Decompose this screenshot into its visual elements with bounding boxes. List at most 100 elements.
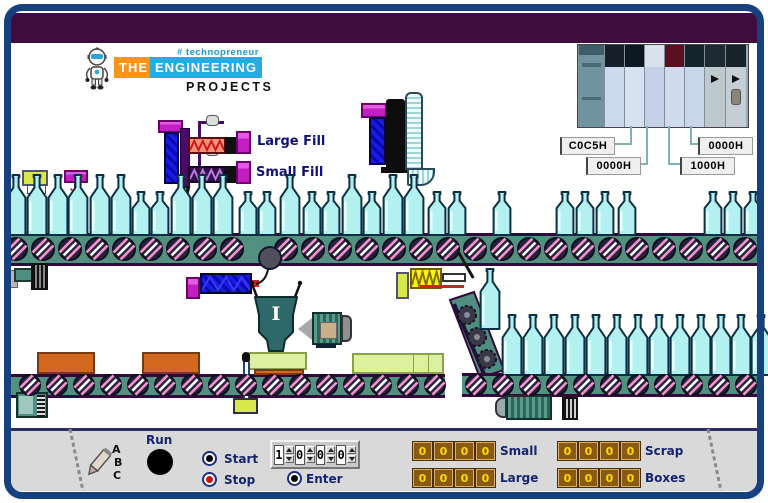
bottle bbox=[67, 174, 89, 236]
preset-decrement-button[interactable] bbox=[306, 455, 315, 463]
bottle bbox=[564, 314, 586, 376]
conveyor-roller bbox=[165, 236, 191, 267]
preset-digit: 0 bbox=[316, 445, 326, 465]
conveyor-roller bbox=[30, 236, 56, 267]
conveyor-roller bbox=[597, 236, 623, 267]
counter-digit: 0 bbox=[621, 442, 640, 460]
conveyor-roller bbox=[126, 373, 150, 402]
counter-digit: 0 bbox=[413, 469, 432, 487]
counter-label-small: Small bbox=[500, 444, 537, 458]
counter-digit: 0 bbox=[434, 442, 453, 460]
conveyor-roller bbox=[57, 236, 83, 267]
bottle bbox=[723, 191, 743, 236]
stop-radio[interactable] bbox=[202, 472, 217, 487]
brand-engineering: ENGINEERING bbox=[150, 57, 262, 78]
conveyor-roller bbox=[543, 236, 569, 267]
preset-decrement-button[interactable] bbox=[326, 455, 335, 463]
conveyor-roller bbox=[705, 236, 731, 267]
bottle bbox=[690, 314, 712, 376]
bottle bbox=[575, 191, 595, 236]
preset-decrement-button[interactable] bbox=[285, 455, 294, 463]
bottle bbox=[427, 191, 447, 236]
bottle bbox=[522, 314, 544, 376]
bottle bbox=[341, 174, 363, 236]
conveyor-roller bbox=[435, 236, 461, 267]
bottle bbox=[403, 174, 425, 236]
bottle bbox=[5, 174, 27, 236]
capper-cap bbox=[361, 103, 387, 118]
bottle bbox=[492, 191, 512, 236]
enter-radio[interactable] bbox=[287, 471, 302, 486]
large-fill-capblock bbox=[236, 131, 251, 154]
large-fill-cylinder bbox=[188, 137, 226, 154]
conveyor-roller bbox=[327, 236, 353, 267]
plc-module bbox=[684, 45, 704, 127]
conveyor-roller bbox=[219, 236, 245, 267]
preset-increment-button[interactable] bbox=[306, 446, 315, 454]
capper-cylinder bbox=[386, 99, 405, 168]
conveyor-roller bbox=[653, 373, 677, 402]
counter-digit: 0 bbox=[579, 469, 598, 487]
counter-digit: 0 bbox=[600, 442, 619, 460]
bottle bbox=[279, 174, 301, 236]
small-fill-capblock bbox=[236, 161, 251, 184]
plc-module bbox=[644, 45, 664, 127]
conveyor-roller bbox=[153, 373, 177, 402]
plc-wire bbox=[612, 143, 632, 145]
bottle bbox=[321, 191, 341, 236]
bottle bbox=[362, 191, 382, 236]
preset-increment-button[interactable] bbox=[326, 446, 335, 454]
preset-increment-button[interactable] bbox=[347, 446, 356, 454]
bottle bbox=[26, 174, 48, 236]
bottle bbox=[131, 191, 151, 236]
conveyor-roller bbox=[423, 373, 447, 402]
plc-module bbox=[624, 45, 644, 127]
conveyor-roller bbox=[572, 373, 596, 402]
counter-label-boxes: Boxes bbox=[645, 471, 685, 485]
preset-digit: 1 bbox=[274, 445, 284, 465]
counter-digit: 0 bbox=[579, 442, 598, 460]
valve-icon bbox=[206, 115, 219, 126]
conveyor-roller bbox=[599, 373, 623, 402]
counter-digit: 0 bbox=[476, 442, 495, 460]
register-value-4: 1000H bbox=[680, 157, 735, 175]
counter-digit: 0 bbox=[455, 469, 474, 487]
preset-display[interactable]: 1000 bbox=[270, 440, 360, 469]
conveyor-roller bbox=[624, 236, 650, 267]
conveyor-roller bbox=[626, 373, 650, 402]
bottle bbox=[47, 174, 69, 236]
box-maker-letter: I bbox=[267, 303, 285, 325]
conveyor-roller bbox=[680, 373, 704, 402]
plc-module bbox=[704, 45, 725, 127]
brand-the: THE bbox=[114, 57, 153, 78]
conveyor-roller bbox=[84, 236, 110, 267]
counter-digit: 0 bbox=[600, 469, 619, 487]
conveyor-roller bbox=[261, 373, 285, 402]
bottle bbox=[617, 191, 637, 236]
bottle bbox=[648, 314, 670, 376]
stop-label: Stop bbox=[224, 473, 255, 487]
large-fill-label: Large Fill bbox=[257, 134, 325, 149]
diverter-block bbox=[396, 272, 409, 299]
register-value-1: C0C5H bbox=[560, 137, 615, 155]
bottle bbox=[170, 174, 192, 236]
conveyor-roller bbox=[99, 373, 123, 402]
counter-label-large: Large bbox=[500, 471, 538, 485]
conveyor-roller bbox=[518, 373, 542, 402]
conveyor-roller bbox=[464, 373, 488, 402]
conveyor-roller bbox=[707, 373, 731, 402]
conveyor-roller bbox=[651, 236, 677, 267]
bottle bbox=[501, 314, 523, 376]
bottle bbox=[212, 174, 234, 236]
start-radio[interactable] bbox=[202, 451, 217, 466]
conveyor-roller bbox=[381, 236, 407, 267]
preset-digit: 0 bbox=[336, 445, 346, 465]
brand-projects: PROJECTS bbox=[186, 80, 273, 94]
case-box bbox=[248, 352, 307, 370]
preset-increment-button[interactable] bbox=[285, 446, 294, 454]
plc-rack bbox=[577, 44, 749, 128]
selector-letter-a: A bbox=[112, 443, 121, 456]
counter-digit: 0 bbox=[476, 469, 495, 487]
preset-decrement-button[interactable] bbox=[347, 455, 356, 463]
conveyor-roller bbox=[732, 236, 758, 267]
